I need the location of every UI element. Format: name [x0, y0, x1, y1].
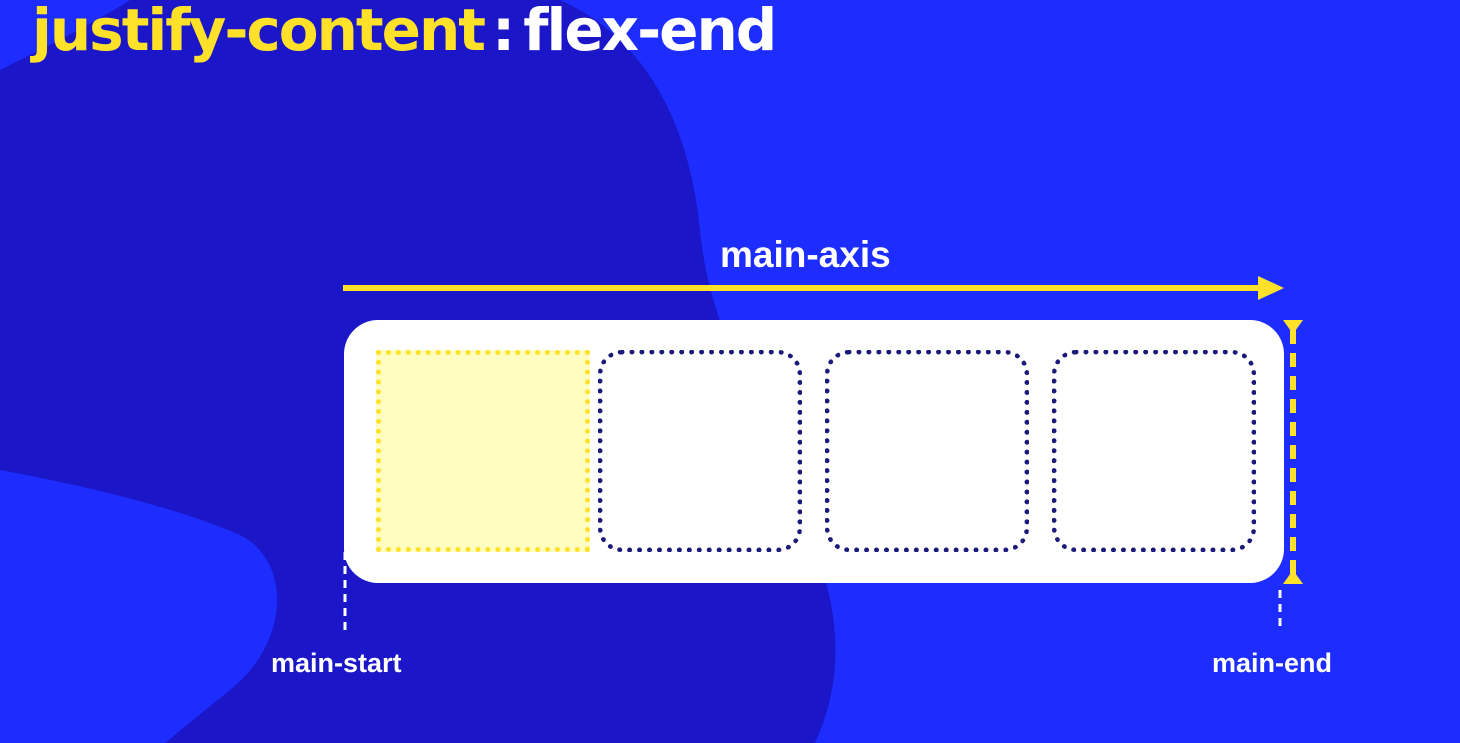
title-property: justify-content — [32, 0, 486, 64]
page-title: justify-content: flex-end — [32, 0, 777, 66]
main-end-label: main-end — [1212, 648, 1333, 678]
flex-item-placeholder — [1052, 350, 1256, 552]
flex-item-placeholder — [598, 350, 802, 552]
title-value: flex-end — [523, 0, 777, 64]
slide: justify-content: flex-end main-axis main-… — [0, 0, 1460, 743]
flex-item-highlighted — [376, 350, 590, 552]
flex-item-placeholder — [825, 350, 1029, 552]
title-separator: : — [492, 0, 515, 64]
main-start-label: main-start — [271, 648, 402, 678]
main-axis-label: main-axis — [720, 234, 891, 275]
